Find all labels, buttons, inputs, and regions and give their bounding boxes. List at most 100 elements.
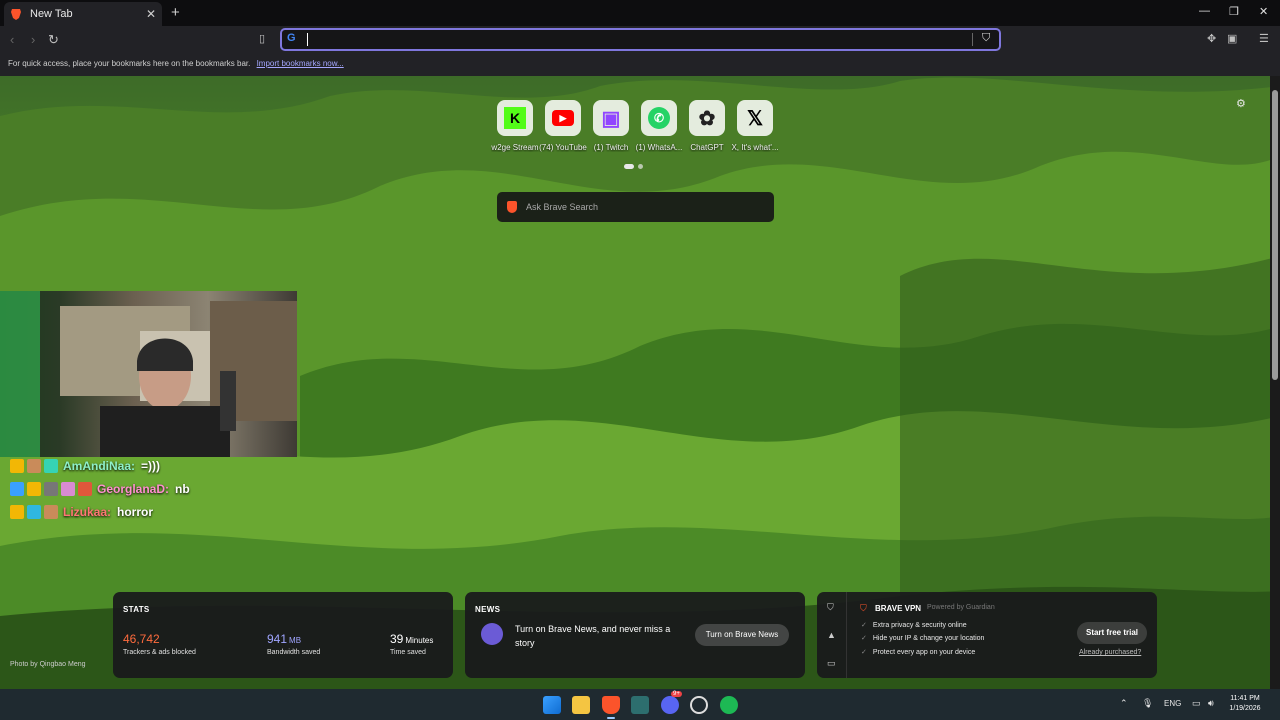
chat-text: horror [117,505,154,519]
pager-dot-active[interactable] [624,164,634,169]
obs-icon[interactable] [690,696,708,714]
brave-shields-icon[interactable]: ⛉ [982,32,990,45]
network-icon[interactable]: ▭ [1192,698,1201,709]
tab-new-tab[interactable]: New Tab ✕ [4,2,162,26]
youtube-icon: ▶ [545,100,581,136]
twitch-icon: ▣ [593,100,629,136]
news-title: NEWS [475,605,501,614]
wallet-icon[interactable]: ▣ [1227,32,1237,45]
top-site-chatgpt[interactable]: ✿ ChatGPT [683,100,731,152]
spotify-icon[interactable] [720,696,738,714]
chat-message: AmAndiNaa: =))) [10,459,160,473]
clock-date: 1/19/2026 [1229,705,1261,712]
start-trial-button[interactable]: Start free trial [1077,622,1147,644]
top-site-label: (1) WhatsA... [635,143,683,152]
top-site-x[interactable]: 𝕏 X, It's what'... [731,100,779,152]
avatar-badge-icon [27,459,41,473]
chat-username: GeorglanaD: [97,482,170,496]
top-site-label: X, It's what'... [731,143,779,152]
pager-dot[interactable] [638,164,643,169]
address-separator [972,33,973,46]
reload-icon[interactable]: ↻ [48,32,59,48]
moderator-badge-icon [10,482,24,496]
rewards-icon[interactable]: ▲ [827,630,836,640]
discord-icon[interactable]: 9+ [661,691,682,714]
vpn-logo-icon: ⛉ [860,603,867,613]
avatar-badge-icon [44,505,58,519]
chat-text: nb [175,482,190,496]
volume-icon[interactable]: 🔊︎ [1208,698,1214,709]
restore-icon[interactable]: ❐ [1229,5,1239,18]
brave-search-box[interactable] [497,192,774,222]
windows-start-icon[interactable] [543,696,561,714]
bookmarks-hint: For quick access, place your bookmarks h… [8,59,251,68]
chatgpt-icon: ✿ [689,100,725,136]
discord-badge: 9+ [671,691,682,697]
chat-username: Lizukaa: [63,505,112,519]
xbox-app-icon[interactable] [631,696,649,714]
tab-title: New Tab [30,8,73,20]
language-indicator[interactable]: ENG [1164,699,1181,708]
chat-text: =))) [141,459,161,473]
news-icon [481,623,503,645]
gift-badge-icon [61,482,75,496]
top-site-w2g[interactable]: K w2ge Stream [491,100,539,152]
top-site-label: (1) Twitch [593,143,629,152]
minimize-icon[interactable]: — [1199,5,1210,17]
chat-message: Lizukaa: horror [10,505,153,519]
top-site-youtube[interactable]: ▶ (74) YouTube [539,100,587,152]
scrollbar[interactable] [1270,76,1280,689]
stats-widget: STATS 46,742 Trackers & ads blocked 941 M… [113,592,453,678]
time-label: Time saved [390,649,426,656]
brave-tab-icon [11,9,21,20]
title-bar: New Tab ✕ + — ❐ ✕ [0,0,1280,26]
vpn-powered: Powered by Guardian [927,604,995,611]
back-icon[interactable]: ‹ [10,32,14,47]
extensions-icon[interactable]: ✥ [1207,32,1216,45]
brave-taskbar-icon[interactable] [602,696,620,719]
tab-close-icon[interactable]: ✕ [146,7,156,21]
close-window-icon[interactable]: ✕ [1259,5,1268,18]
news-text: Turn on Brave News, and never miss a sto… [515,624,671,648]
w2g-icon: K [497,100,533,136]
turn-on-news-button[interactable]: Turn on Brave News [695,624,789,646]
top-site-whatsapp[interactable]: ✆ (1) WhatsA... [635,100,683,152]
address-bar[interactable]: G ⛉ [280,28,1001,51]
file-explorer-icon[interactable] [572,696,590,714]
brave-lion-icon [507,201,517,213]
import-bookmarks-link[interactable]: Import bookmarks now... [257,59,344,68]
new-tab-button[interactable]: + [171,4,180,21]
scrollbar-thumb[interactable] [1272,90,1278,380]
top-site-label: (74) YouTube [539,143,587,152]
stats-title: STATS [123,605,150,614]
whatsapp-icon: ✆ [641,100,677,136]
search-input[interactable] [526,199,761,215]
address-input[interactable] [310,31,970,48]
clock[interactable]: 11:41 PM 1/19/2026 [1222,694,1268,714]
time-stat: 39 Minutes [390,632,433,646]
widget-sidebar: ⛉ ▲ ▭ [817,592,847,678]
chat-message: GeorglanaD: nb [10,482,190,496]
forward-icon[interactable]: › [31,32,35,47]
top-site-twitch[interactable]: ▣ (1) Twitch [587,100,635,152]
sub-badge-icon [27,505,41,519]
emote-badge-icon [78,482,92,496]
menu-icon[interactable]: ☰ [1259,32,1269,45]
top-site-label: ChatGPT [690,143,724,152]
streamer-video [0,291,297,457]
already-purchased-link[interactable]: Already purchased? [1079,649,1141,656]
bookmark-icon[interactable]: ▯ [259,32,265,45]
chevron-up-icon[interactable]: ⌃ [1120,698,1128,709]
bandwidth-stat: 941 MB [267,632,301,646]
google-icon: G [287,32,296,44]
bookmarks-bar: For quick access, place your bookmarks h… [0,54,1280,76]
webcam-overlay [0,291,297,457]
top-site-label: w2ge Stream [491,143,539,152]
talk-icon[interactable]: ▭ [827,658,836,669]
microphone-icon[interactable]: 🎙︎ [1142,698,1153,709]
gear-icon[interactable]: ⚙ [1236,97,1246,110]
vpn-shield-icon[interactable]: ⛉ [827,602,834,613]
bandwidth-value: 941 [267,632,288,646]
vpn-title: BRAVE VPN [875,604,922,613]
taskbar: 9+ ⌃ 🎙︎ ENG ▭ 🔊︎ 11:41 PM 1/19/2026 [0,689,1280,720]
